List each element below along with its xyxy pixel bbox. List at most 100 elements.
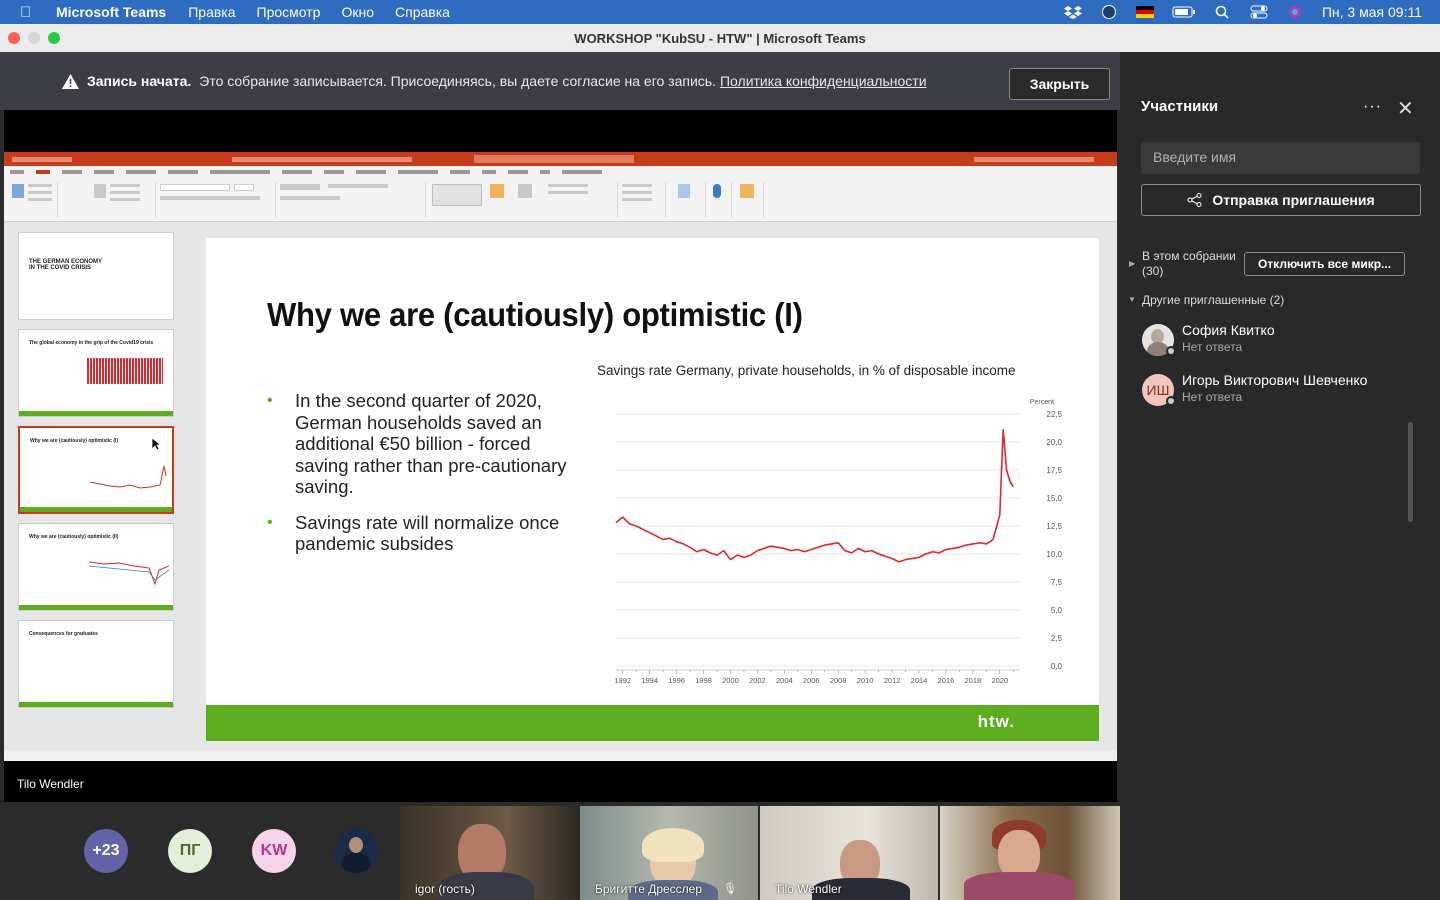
arrange-icon[interactable] [490,184,504,198]
ribbon-button[interactable] [110,198,140,201]
app-status-icon[interactable] [1100,5,1118,19]
menu-window[interactable]: Окно [341,4,374,20]
ribbon-button[interactable] [28,198,52,201]
slide-thumb-title: Why we are (cautiously) optimistic (II) [29,534,119,540]
participant-row[interactable]: ИШ Игорь Викторович Шевченко Нет ответа [1142,372,1432,412]
ppt-window-controls[interactable] [974,156,1094,162]
ppt-tab[interactable] [210,170,270,174]
ppt-search-box[interactable] [474,155,634,163]
share-invite-button[interactable]: Отправка приглашения [1141,184,1421,216]
close-banner-button[interactable]: Закрыть [1009,68,1110,100]
participant-avatar[interactable]: ПГ [168,829,212,873]
y-tick-label: 5,0 [1051,606,1063,615]
slide-title: Why we are (cautiously) optimistic (I) [267,296,803,333]
ribbon-button[interactable] [548,191,588,194]
ppt-tab[interactable] [126,170,156,174]
y-tick-label: 15,0 [1046,494,1062,503]
chevron-right-icon[interactable]: ▶ [1129,259,1135,268]
x-tick-label: 2004 [776,676,793,685]
privacy-link[interactable]: Политика конфиденциальности [720,73,927,89]
shapes-gallery[interactable] [432,184,482,206]
battery-icon[interactable] [1172,5,1196,19]
menu-app[interactable]: Microsoft Teams [56,4,166,20]
adobe-pdf-icon[interactable] [678,184,690,198]
font-format-buttons[interactable] [160,196,260,200]
other-invited-label[interactable]: Другие приглашенные (2) [1142,293,1284,307]
video-tile[interactable] [940,806,1120,900]
slide-thumb-title: The global economy in the grip of the Co… [29,340,154,346]
ribbon-button[interactable] [110,184,140,187]
dropbox-icon[interactable] [1063,5,1082,19]
font-size-dropdown[interactable] [234,184,254,191]
align-buttons[interactable] [280,196,340,200]
scrollbar[interactable] [1408,422,1413,522]
close-window-button[interactable] [8,32,20,44]
ribbon-button[interactable] [28,191,52,194]
mute-all-button[interactable]: Отключить все микр... [1244,252,1405,276]
menu-view[interactable]: Просмотр [257,4,321,20]
list-buttons[interactable] [280,184,320,190]
search-icon[interactable] [1214,5,1232,19]
in-meeting-section[interactable]: В этом собрании (30) [1142,249,1236,279]
replace-button[interactable] [622,191,652,194]
slide-thumb-2[interactable]: 2 The global economy in the grip of the … [18,329,174,417]
ppt-tab[interactable] [482,170,496,174]
current-slide[interactable]: Why we are (cautiously) optimistic (I) I… [206,238,1099,741]
participant-avatar-photo[interactable] [334,829,378,873]
ppt-tab[interactable] [356,170,386,174]
apple-icon[interactable]:  [20,4,40,21]
ppt-tab-active[interactable] [36,170,50,174]
ribbon-button[interactable] [110,191,140,194]
ppt-tab[interactable] [62,170,82,174]
ppt-tab[interactable] [540,170,550,174]
ppt-tab[interactable] [508,170,528,174]
select-button[interactable] [622,198,652,201]
control-center-icon[interactable] [1250,5,1268,19]
zoom-window-button[interactable] [48,32,60,44]
slide-thumb-title: Why we are (cautiously) optimistic (I) [30,438,119,444]
quick-styles-icon[interactable] [518,184,532,198]
participant-avatar[interactable]: KW [252,829,296,873]
designer-icon[interactable] [740,184,754,198]
slide-thumb-5[interactable]: 5 Consequences for graduates [18,620,174,708]
ppt-tab[interactable] [450,170,470,174]
clock[interactable]: Пн, 3 мая 09:11 [1322,4,1422,20]
ribbon-group-font [156,182,276,218]
video-tile[interactable]: Бригитте Дресслер 🎙 [580,806,758,900]
ppt-quick-access[interactable] [12,156,72,162]
y-axis-label: Percent [1030,399,1054,406]
chevron-down-icon[interactable]: ▼ [1128,295,1136,304]
ppt-tab[interactable] [324,170,344,174]
ppt-tab[interactable] [94,170,114,174]
menu-help[interactable]: Справка [395,4,450,20]
video-tile[interactable]: Tilo Wendler [760,806,938,900]
ribbon-button[interactable] [328,184,388,188]
ribbon-button[interactable] [28,184,52,187]
participant-row[interactable]: София Квитко Нет ответа [1142,322,1432,362]
ppt-tab[interactable] [10,170,24,174]
new-slide-icon[interactable] [94,184,106,198]
ribbon-group-clipboard [8,182,58,218]
flag-de-icon[interactable] [1135,5,1154,19]
find-button[interactable] [622,184,652,187]
minimize-window-button[interactable] [28,32,40,44]
close-panel-icon[interactable]: ✕ [1397,96,1414,121]
more-participants-badge[interactable]: +23 [84,829,128,873]
dictate-icon[interactable] [713,184,721,198]
y-tick-label: 7,5 [1051,578,1063,587]
ppt-ribbon [4,178,1117,222]
slide-thumb-1[interactable]: 1 THE GERMAN ECONOMY IN THE COVID CRISIS [18,232,174,320]
ppt-tab[interactable] [398,170,438,174]
more-options-icon[interactable]: ··· [1363,98,1382,116]
video-tile[interactable]: igor (гость) [400,806,578,900]
font-name-dropdown[interactable] [160,184,230,191]
ppt-tab[interactable] [562,170,602,174]
menu-edit[interactable]: Правка [188,4,235,20]
siri-icon[interactable] [1286,5,1304,19]
ppt-tab[interactable] [168,170,198,174]
slide-thumb-4[interactable]: 4 Why we are (cautiously) optimistic (II… [18,523,174,611]
ppt-tab[interactable] [282,170,312,174]
ribbon-button[interactable] [548,184,588,187]
participant-search-input[interactable]: Введите имя [1141,142,1420,174]
paste-icon[interactable] [12,184,24,198]
